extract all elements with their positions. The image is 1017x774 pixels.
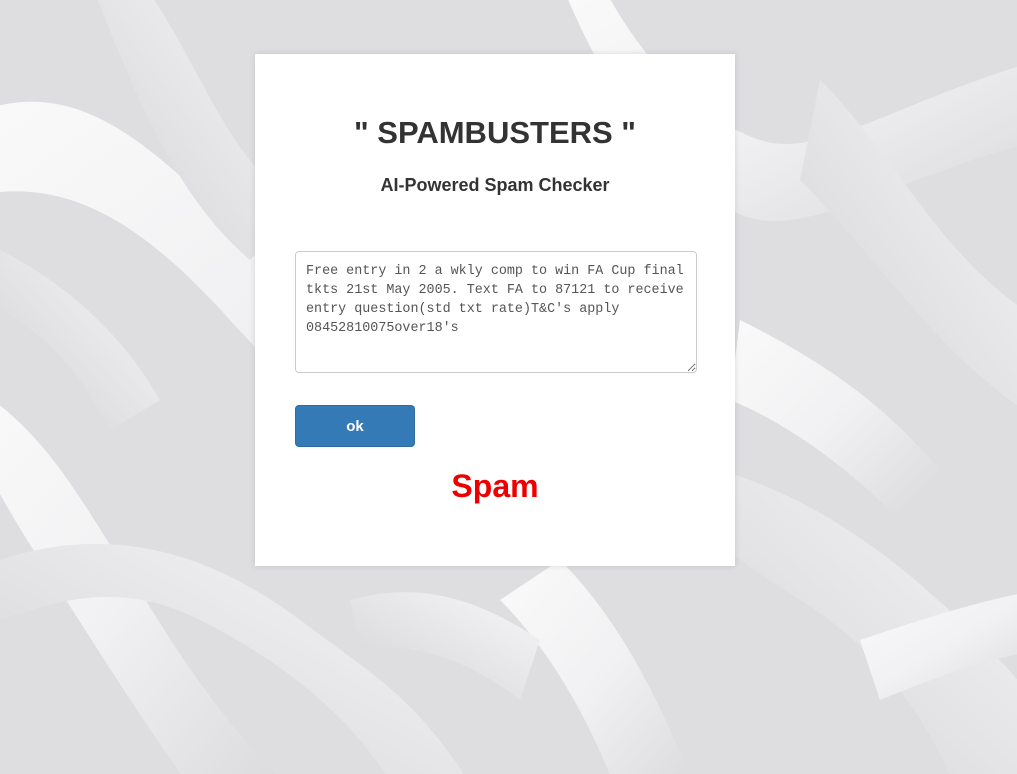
checker-card: " SPAMBUSTERS " AI-Powered Spam Checker …	[255, 54, 735, 566]
app-title: " SPAMBUSTERS "	[353, 115, 636, 150]
message-input[interactable]: Free entry in 2 a wkly comp to win FA Cu…	[295, 251, 697, 373]
ok-button[interactable]: ok	[295, 405, 415, 447]
prediction-result: Spam	[451, 468, 539, 504]
app-subtitle: AI-Powered Spam Checker	[380, 175, 610, 195]
